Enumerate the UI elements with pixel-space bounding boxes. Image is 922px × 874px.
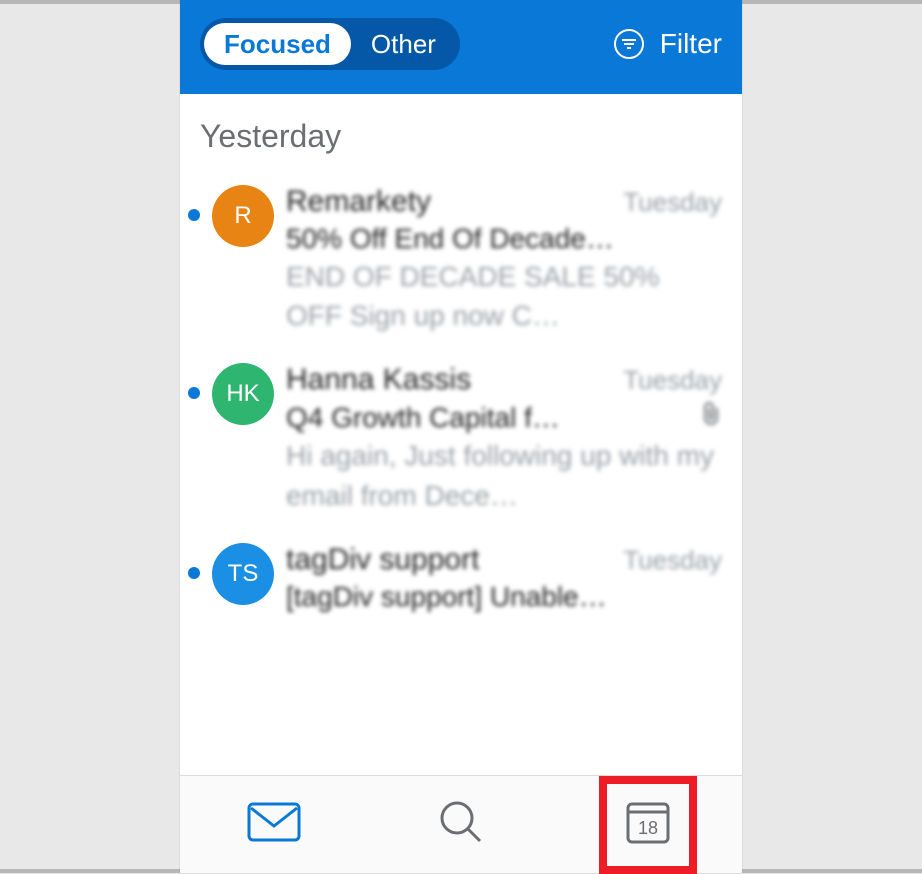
sender-name: Remarkety	[286, 185, 431, 219]
message-row[interactable]: HK Hanna Kassis Tuesday Q4 Growth Capital f…	[180, 349, 742, 528]
avatar: R	[212, 185, 274, 247]
unread-dot-icon	[188, 387, 200, 399]
tab-other[interactable]: Other	[351, 23, 456, 65]
bottom-nav: 18	[180, 775, 742, 873]
calendar-tab[interactable]: 18	[613, 790, 683, 860]
message-subject: 50% Off End Of Decade…	[286, 223, 614, 255]
filter-icon	[612, 27, 646, 61]
message-preview: END OF DECADE SALE 50% OFF Sign up now C…	[286, 257, 722, 335]
calendar-icon: 18	[624, 798, 672, 851]
svg-text:18: 18	[638, 818, 658, 838]
filter-label: Filter	[660, 28, 722, 60]
inbox-header: Focused Other Filter	[180, 0, 742, 94]
avatar: TS	[212, 543, 274, 605]
unread-dot-icon	[188, 209, 200, 221]
filter-button[interactable]: Filter	[612, 27, 722, 61]
message-subject: Q4 Growth Capital f…	[286, 402, 560, 434]
search-icon	[438, 799, 484, 850]
app-frame: Focused Other Filter Yesterday RRemarket…	[180, 0, 742, 873]
message-time: Tuesday	[623, 545, 722, 576]
sender-name: tagDiv support	[286, 543, 479, 577]
message-time: Tuesday	[623, 187, 722, 218]
mail-tab[interactable]	[239, 790, 309, 860]
message-time: Tuesday	[623, 365, 722, 396]
unread-dot-icon	[188, 567, 200, 579]
message-body: tagDiv support Tuesday [tagDiv support] Un…	[286, 543, 722, 613]
message-body: Hanna Kassis Tuesday Q4 Growth Capital f…H…	[286, 363, 722, 514]
message-subject: [tagDiv support] Unable…	[286, 581, 607, 613]
tab-focused[interactable]: Focused	[204, 23, 351, 65]
inbox-tab-switch: Focused Other	[200, 18, 460, 70]
section-header-yesterday: Yesterday	[180, 94, 742, 171]
sender-name: Hanna Kassis	[286, 363, 471, 397]
message-body: Remarkety Tuesday 50% Off End Of Decade…EN…	[286, 185, 722, 335]
message-row[interactable]: R Remarkety Tuesday 50% Off End Of Decade…E…	[180, 171, 742, 349]
message-list[interactable]: R Remarkety Tuesday 50% Off End Of Decade…E…	[180, 171, 742, 775]
message-preview: Hi again, Just following up with my emai…	[286, 436, 722, 514]
attachment-icon	[700, 401, 722, 432]
message-row[interactable]: TS tagDiv support Tuesday [tagDiv support] …	[180, 529, 742, 627]
search-tab[interactable]	[426, 790, 496, 860]
avatar: HK	[212, 363, 274, 425]
mail-icon	[247, 802, 301, 847]
